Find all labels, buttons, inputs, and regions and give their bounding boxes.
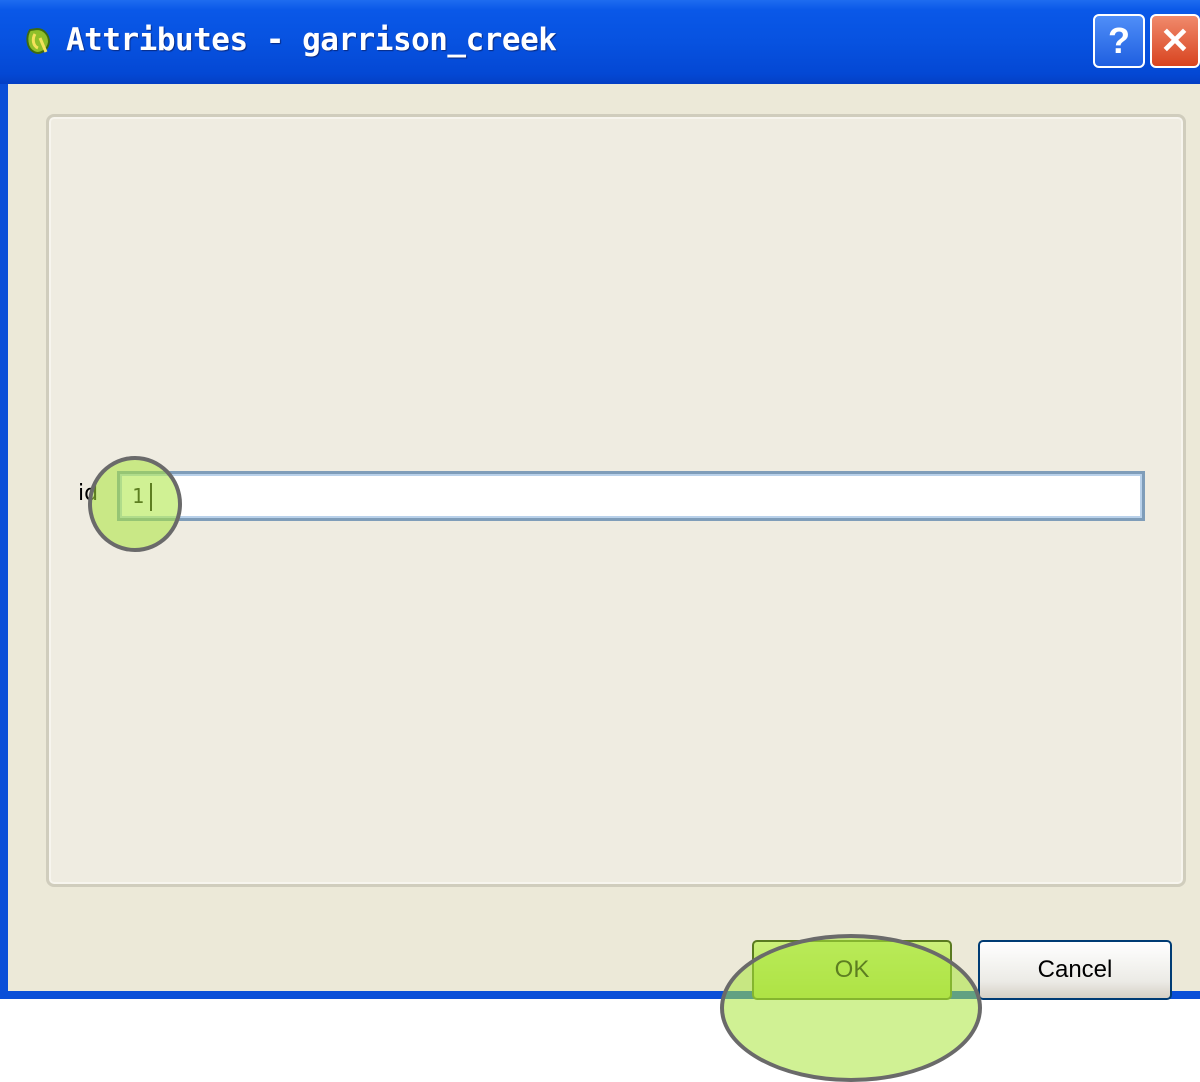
help-button[interactable]: ? [1093, 14, 1145, 68]
id-field-input[interactable]: 1 [117, 471, 1145, 521]
id-field-highlight-marker [88, 456, 182, 552]
title-bar[interactable]: Attributes - garrison_creek ? ✕ [0, 0, 1200, 84]
window-title: Attributes - garrison_creek [66, 22, 557, 58]
help-icon: ? [1108, 20, 1130, 61]
dialog-body: id 1 OK Cancel [8, 84, 1200, 1082]
close-icon: ✕ [1159, 20, 1191, 61]
qgis-icon [24, 26, 52, 56]
attributes-dialog: Attributes - garrison_creek ? ✕ id 1 OK … [0, 0, 1200, 1082]
ok-button-highlight-marker [720, 934, 982, 1082]
close-button[interactable]: ✕ [1150, 14, 1200, 68]
cancel-button[interactable]: Cancel [978, 940, 1172, 1000]
